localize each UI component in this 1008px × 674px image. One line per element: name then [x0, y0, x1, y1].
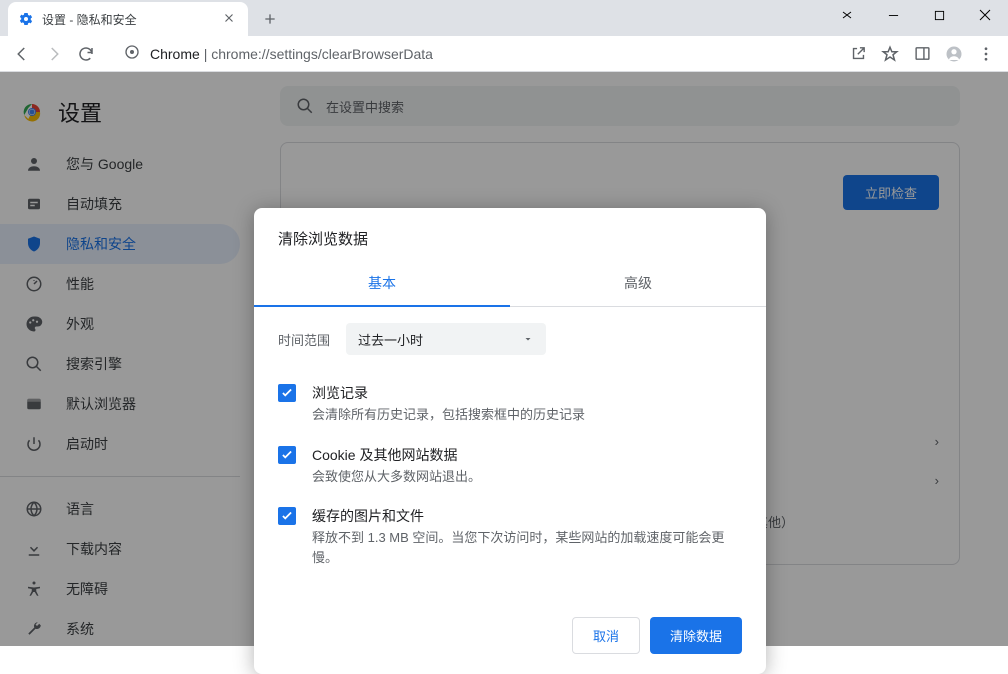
bookmark-icon[interactable]: [876, 40, 904, 68]
browser-tab[interactable]: 设置 - 隐私和安全: [8, 2, 248, 36]
checkbox-description: 会清除所有历史记录，包括搜索框中的历史记录: [312, 405, 585, 425]
tab-basic[interactable]: 基本: [254, 261, 510, 307]
address-bar[interactable]: Chrome | chrome://settings/clearBrowserD…: [112, 40, 832, 68]
clear-data-button[interactable]: 清除数据: [650, 617, 742, 654]
checkbox[interactable]: [278, 507, 296, 525]
browser-toolbar: Chrome | chrome://settings/clearBrowserD…: [0, 36, 1008, 72]
share-icon[interactable]: [844, 40, 872, 68]
dialog-tabs: 基本 高级: [254, 261, 766, 307]
checkbox-row: 浏览记录会清除所有历史记录，包括搜索框中的历史记录: [278, 373, 742, 435]
restore-down-extra-icon[interactable]: [824, 0, 870, 30]
checkbox-label: 缓存的图片和文件: [312, 506, 742, 526]
gear-icon: [18, 11, 34, 27]
side-panel-icon[interactable]: [908, 40, 936, 68]
clear-browsing-data-dialog: 清除浏览数据 基本 高级 时间范围 过去一小时 浏览记录会清除所有历史记录，包括…: [254, 208, 766, 674]
profile-icon[interactable]: [940, 40, 968, 68]
menu-icon[interactable]: [972, 40, 1000, 68]
tab-title: 设置 - 隐私和安全: [42, 11, 214, 28]
checkbox-row: 缓存的图片和文件释放不到 1.3 MB 空间。当您下次访问时，某些网站的加载速度…: [278, 496, 742, 577]
content-area: 设置 您与 Google自动填充隐私和安全性能外观搜索引擎默认浏览器启动时 语言…: [0, 72, 1008, 646]
checkbox-label: 浏览记录: [312, 383, 585, 403]
checkbox[interactable]: [278, 446, 296, 464]
close-icon[interactable]: [222, 11, 238, 27]
new-tab-button[interactable]: [256, 5, 284, 33]
checkbox-row: Cookie 及其他网站数据会致使您从大多数网站退出。: [278, 435, 742, 497]
checkbox-description: 会致使您从大多数网站退出。: [312, 467, 481, 487]
chevron-down-icon: [522, 333, 534, 345]
minimize-button[interactable]: [870, 0, 916, 30]
close-window-button[interactable]: [962, 0, 1008, 30]
checkbox[interactable]: [278, 384, 296, 402]
titlebar: 设置 - 隐私和安全: [0, 0, 1008, 36]
maximize-button[interactable]: [916, 0, 962, 30]
checkbox-label: Cookie 及其他网站数据: [312, 445, 481, 465]
dialog-title: 清除浏览数据: [254, 208, 766, 261]
reload-button[interactable]: [72, 40, 100, 68]
url-display: Chrome | chrome://settings/clearBrowserD…: [150, 46, 433, 62]
window-controls: [824, 0, 1008, 30]
back-button[interactable]: [8, 40, 36, 68]
cancel-button[interactable]: 取消: [572, 617, 640, 654]
chrome-icon: [124, 44, 140, 63]
forward-button[interactable]: [40, 40, 68, 68]
time-range-label: 时间范围: [278, 330, 330, 349]
time-range-select[interactable]: 过去一小时: [346, 323, 546, 355]
checkbox-description: 释放不到 1.3 MB 空间。当您下次访问时，某些网站的加载速度可能会更慢。: [312, 528, 742, 567]
tab-advanced[interactable]: 高级: [510, 261, 766, 306]
